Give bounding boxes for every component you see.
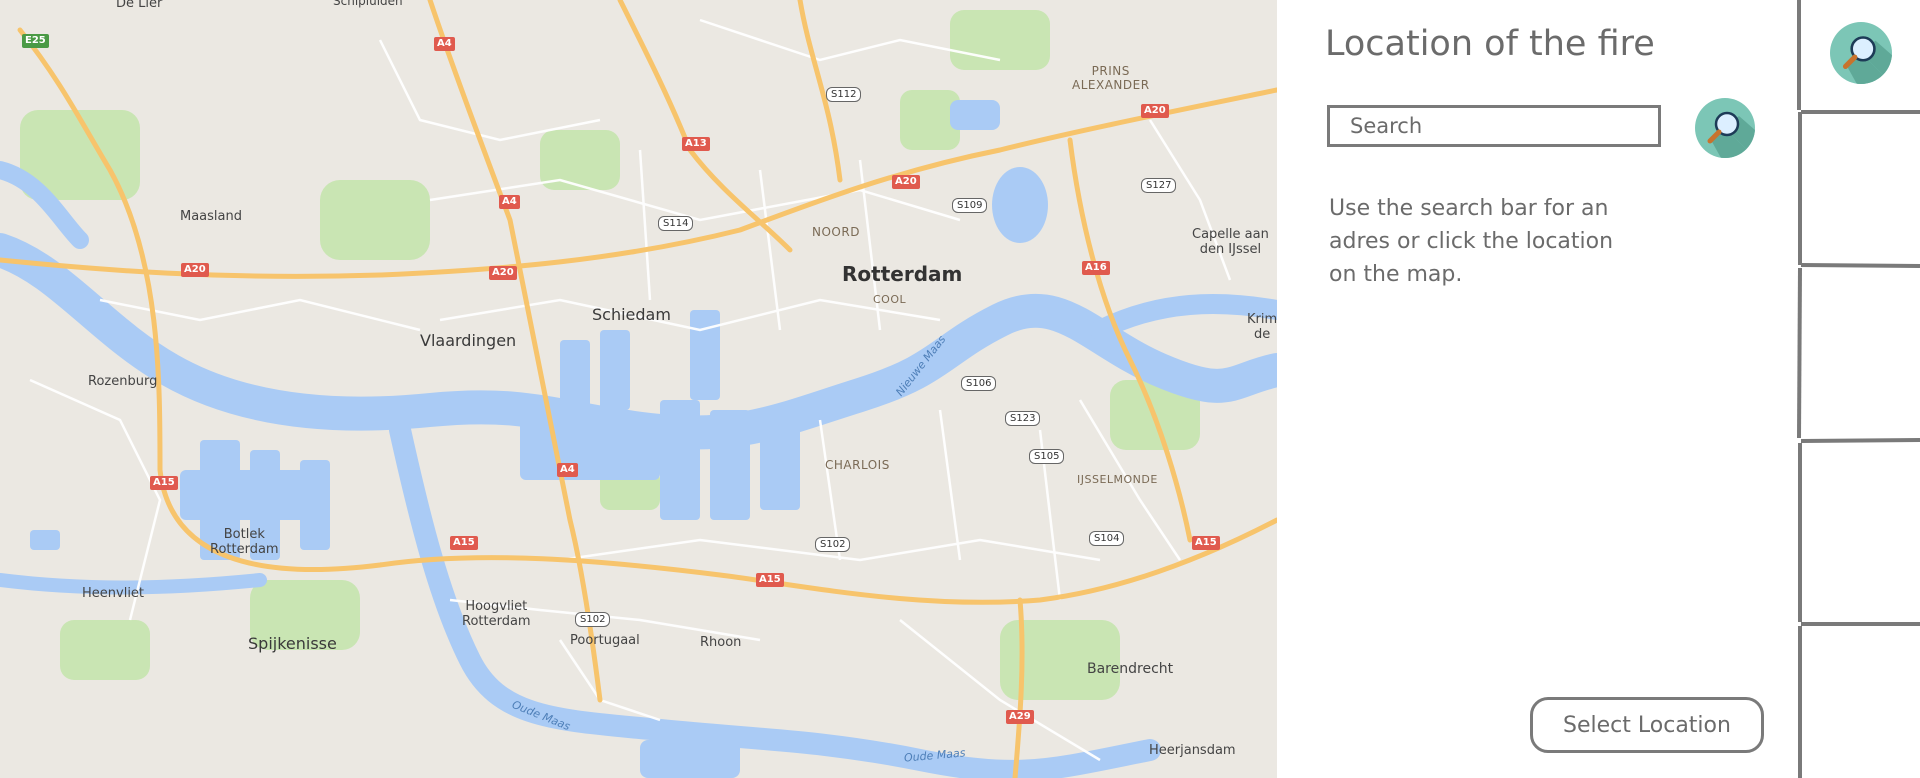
road-shield-a4: A4 bbox=[557, 463, 578, 477]
place-label-rotterdam: Rotterdam bbox=[842, 262, 963, 286]
place-label-heerjansdam: Heerjansdam bbox=[1149, 743, 1236, 758]
place-label-spijkenisse: Spijkenisse bbox=[248, 634, 337, 653]
place-label-noord: NOORD bbox=[812, 225, 860, 239]
s-road-label: S123 bbox=[1005, 411, 1041, 426]
road-shield-a20: A20 bbox=[181, 263, 209, 277]
place-label-prins-alexander: PRINS ALEXANDER bbox=[1072, 64, 1150, 92]
map-canvas[interactable] bbox=[0, 0, 1277, 778]
magnifier-icon bbox=[1842, 36, 1892, 84]
s-road-label: S102 bbox=[815, 537, 851, 552]
place-label-rhoon: Rhoon bbox=[700, 635, 742, 650]
place-label-schipluiden: Schipluiden bbox=[333, 0, 403, 8]
s-road-label: S105 bbox=[1029, 449, 1065, 464]
road-shield-a4: A4 bbox=[434, 37, 455, 51]
road-shield-a20: A20 bbox=[489, 266, 517, 280]
panel-title: Location of the fire bbox=[1325, 24, 1655, 64]
rail-dividers bbox=[1797, 0, 1920, 778]
place-label-de-lier: De Lier bbox=[116, 0, 163, 11]
place-label-maasland: Maasland bbox=[180, 209, 242, 224]
road-shield-a20: A20 bbox=[1141, 104, 1169, 118]
s-road-label: S127 bbox=[1141, 178, 1177, 193]
s-road-label: S112 bbox=[826, 87, 862, 102]
road-shield-a15: A15 bbox=[1192, 536, 1220, 550]
road-shield-a13: A13 bbox=[682, 137, 710, 151]
road-shield-a16: A16 bbox=[1082, 261, 1110, 275]
place-label-heenvliet: Heenvliet bbox=[82, 586, 145, 601]
s-road-label: S114 bbox=[658, 216, 694, 231]
place-label-krim: Krim de bbox=[1247, 312, 1277, 342]
place-label-vlaardingen: Vlaardingen bbox=[420, 331, 517, 350]
place-label-hoogvliet: Hoogvliet Rotterdam bbox=[462, 599, 531, 629]
select-location-button[interactable]: Select Location bbox=[1530, 697, 1764, 753]
s-road-label: S102 bbox=[575, 612, 611, 627]
road-shield-a15: A15 bbox=[450, 536, 478, 550]
place-label-ijsselmonde: IJSSELMONDE bbox=[1077, 473, 1158, 486]
s-road-label: S106 bbox=[961, 376, 997, 391]
place-label-poortugaal: Poortugaal bbox=[570, 633, 640, 648]
s-road-label: S104 bbox=[1089, 531, 1125, 546]
search-input[interactable] bbox=[1327, 105, 1661, 147]
right-rail bbox=[1797, 0, 1920, 778]
s-road-label: S109 bbox=[952, 198, 988, 213]
road-shield-a4: A4 bbox=[499, 195, 520, 209]
place-label-charlois: CHARLOIS bbox=[825, 458, 890, 472]
place-label-cool: COOL bbox=[873, 293, 907, 306]
magnifier-icon bbox=[1707, 111, 1755, 158]
place-label-capelle: Capelle aan den IJssel bbox=[1192, 227, 1269, 257]
map-view[interactable]: Rotterdam COOL NOORD CHARLOIS IJSSELMOND… bbox=[0, 0, 1277, 778]
rail-search-button[interactable] bbox=[1830, 22, 1892, 84]
place-label-schiedam: Schiedam bbox=[592, 305, 671, 324]
help-text: Use the search bar for an adres or click… bbox=[1329, 196, 1614, 287]
road-shield-a20: A20 bbox=[892, 175, 920, 189]
road-shield-a15: A15 bbox=[150, 476, 178, 490]
road-shield-a15: A15 bbox=[756, 573, 784, 587]
place-label-botlek: Botlek Rotterdam bbox=[210, 527, 279, 557]
place-label-barendrecht: Barendrecht bbox=[1087, 661, 1174, 677]
location-panel: Location of the fire Use the search bar … bbox=[1277, 0, 1797, 778]
place-label-rozenburg: Rozenburg bbox=[88, 374, 158, 389]
road-shield-a29: A29 bbox=[1006, 710, 1034, 724]
road-shield-e25: E25 bbox=[22, 34, 49, 48]
search-button[interactable] bbox=[1695, 98, 1755, 158]
